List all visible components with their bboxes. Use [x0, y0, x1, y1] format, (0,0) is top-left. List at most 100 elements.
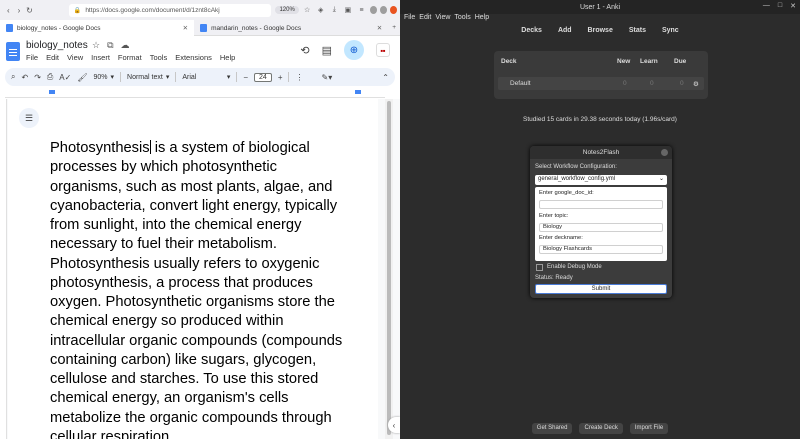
- tab-close-icon[interactable]: ✕: [377, 24, 382, 32]
- extensions-icon[interactable]: ▣: [343, 4, 354, 16]
- body-text: is a system of biological processes by w…: [50, 140, 343, 439]
- close-icon[interactable]: ✕: [790, 2, 796, 10]
- import-file-button[interactable]: Import File: [629, 423, 669, 434]
- title-icons: ☆ ⧉ ☁: [92, 40, 130, 51]
- zoom-indicator[interactable]: 120%: [275, 6, 299, 14]
- submit-button[interactable]: Submit: [535, 284, 667, 294]
- add-button[interactable]: Add: [558, 27, 572, 34]
- paint-format-icon[interactable]: 🖌: [77, 73, 87, 82]
- reload-icon[interactable]: ↻: [24, 3, 35, 17]
- undo-icon[interactable]: ↶: [21, 73, 28, 82]
- decrease-font-size-icon[interactable]: −: [243, 73, 248, 82]
- close-window-button[interactable]: [389, 6, 398, 14]
- menu-tools[interactable]: Tools: [150, 53, 168, 62]
- anki-menu-view[interactable]: View: [435, 14, 450, 21]
- zoom-value: 90%: [93, 73, 108, 81]
- document-outline-icon[interactable]: ☰: [19, 108, 39, 128]
- anki-menu-file[interactable]: File: [404, 14, 415, 21]
- right-indent-marker[interactable]: [355, 90, 361, 94]
- debug-mode-label[interactable]: Enable Debug Mode: [547, 264, 602, 270]
- workflow-select[interactable]: general_workflow_config.yml ⌄: [535, 175, 667, 185]
- version-history-icon[interactable]: ⟲: [300, 44, 309, 57]
- comments-icon[interactable]: ▤: [322, 44, 332, 57]
- url-text: https://docs.google.com/document/d/1znt8…: [85, 6, 220, 14]
- download-icon[interactable]: ⤓: [329, 4, 340, 16]
- left-indent-marker[interactable]: [49, 90, 55, 94]
- menu-edit[interactable]: Edit: [46, 53, 59, 62]
- anki-menu-tools[interactable]: Tools: [454, 14, 470, 21]
- debug-mode-checkbox[interactable]: [536, 264, 543, 271]
- forward-icon[interactable]: ›: [14, 3, 25, 17]
- bookmark-star-icon[interactable]: ☆: [302, 4, 313, 16]
- menu-icon[interactable]: ≡: [356, 4, 367, 16]
- side-panel-toggle-icon[interactable]: ‹: [388, 417, 400, 433]
- menu-format[interactable]: Format: [118, 53, 142, 62]
- due-column-header: Due: [674, 58, 687, 65]
- dialog-close-button[interactable]: [661, 149, 668, 156]
- vertical-scrollbar[interactable]: [385, 99, 393, 439]
- search-menus-icon[interactable]: ⌕: [11, 72, 15, 82]
- document-page[interactable]: ☰ Photosynthesis is a system of biologic…: [8, 99, 378, 439]
- tab-label: biology_notes - Google Docs: [17, 24, 101, 32]
- print-icon[interactable]: ⎙: [47, 72, 53, 82]
- extension-badge-icon[interactable]: ■■: [376, 43, 390, 57]
- browser-toolbar: ‹ › ↻ 🔒 https://docs.google.com/document…: [0, 0, 400, 20]
- browse-button[interactable]: Browse: [588, 27, 613, 34]
- menu-extensions[interactable]: Extensions: [175, 53, 212, 62]
- menu-file[interactable]: File: [26, 53, 38, 62]
- doc-id-input[interactable]: [539, 200, 663, 209]
- font-select[interactable]: Arial ▾: [182, 73, 230, 82]
- deckname-input[interactable]: Biology Flashcards: [539, 245, 663, 254]
- scrollbar-thumb[interactable]: [387, 101, 391, 435]
- get-shared-button[interactable]: Get Shared: [531, 423, 573, 434]
- body-first-word: Photosynthesis: [50, 140, 150, 156]
- anki-main-toolbar: Decks Add Browse Stats Sync: [400, 22, 800, 38]
- back-icon[interactable]: ‹: [3, 3, 14, 17]
- document-title[interactable]: biology_notes: [26, 40, 88, 51]
- maximize-button[interactable]: [379, 6, 387, 14]
- minimize-button[interactable]: [369, 6, 377, 14]
- zoom-select[interactable]: 90% ▾: [93, 73, 115, 82]
- horizontal-ruler[interactable]: [5, 90, 385, 98]
- minimize-icon[interactable]: —: [763, 2, 770, 10]
- document-body[interactable]: Photosynthesis is a system of biological…: [50, 139, 350, 439]
- increase-font-size-icon[interactable]: +: [278, 73, 283, 82]
- divider: [288, 72, 290, 82]
- create-deck-button[interactable]: Create Deck: [579, 423, 623, 434]
- cloud-status-icon[interactable]: ☁: [121, 40, 130, 51]
- maximize-icon[interactable]: □: [778, 2, 782, 10]
- deck-options-gear-icon[interactable]: ⚙: [693, 80, 699, 88]
- menu-help[interactable]: Help: [220, 53, 235, 62]
- deck-name[interactable]: Default: [510, 80, 531, 87]
- new-tab-icon[interactable]: +: [388, 20, 400, 35]
- star-icon[interactable]: ☆: [92, 40, 100, 51]
- collapse-toolbar-icon[interactable]: ⌃: [382, 73, 389, 82]
- chevron-down-icon: ▾: [165, 74, 170, 81]
- topic-input[interactable]: Biology: [539, 223, 663, 232]
- decks-button[interactable]: Decks: [521, 27, 542, 34]
- docs-logo-icon[interactable]: [6, 42, 20, 61]
- share-button[interactable]: ⊕: [344, 40, 364, 60]
- redo-icon[interactable]: ↷: [34, 73, 41, 82]
- style-select[interactable]: Normal text ▾: [127, 73, 170, 82]
- menu-insert[interactable]: Insert: [91, 53, 110, 62]
- deckname-label: Enter deckname:: [539, 235, 583, 241]
- stats-button[interactable]: Stats: [629, 27, 646, 34]
- menu-view[interactable]: View: [67, 53, 83, 62]
- tab-biology-notes[interactable]: biology_notes - Google Docs ✕: [0, 20, 195, 36]
- editing-mode-icon[interactable]: ✎▾: [321, 73, 332, 82]
- spellcheck-icon[interactable]: A✓: [59, 73, 71, 82]
- move-folder-icon[interactable]: ⧉: [107, 40, 113, 51]
- anki-menu-help[interactable]: Help: [475, 14, 489, 21]
- address-bar[interactable]: 🔒 https://docs.google.com/document/d/1zn…: [68, 3, 272, 17]
- sync-button[interactable]: Sync: [662, 27, 679, 34]
- tab-mandarin-notes[interactable]: mandarin_notes - Google Docs ✕: [194, 20, 388, 36]
- workflow-selected-value: general_workflow_config.yml: [538, 176, 616, 182]
- more-options-icon[interactable]: ⋮: [295, 73, 303, 82]
- tab-close-icon[interactable]: ✕: [183, 24, 188, 32]
- anki-menu-edit[interactable]: Edit: [419, 14, 431, 21]
- anki-menubar: File Edit View Tools Help: [404, 14, 489, 21]
- deck-row-default[interactable]: Default 0 0 0 ⚙: [498, 77, 704, 90]
- pocket-icon[interactable]: ◈: [315, 4, 326, 16]
- font-size-input[interactable]: 24: [254, 72, 272, 82]
